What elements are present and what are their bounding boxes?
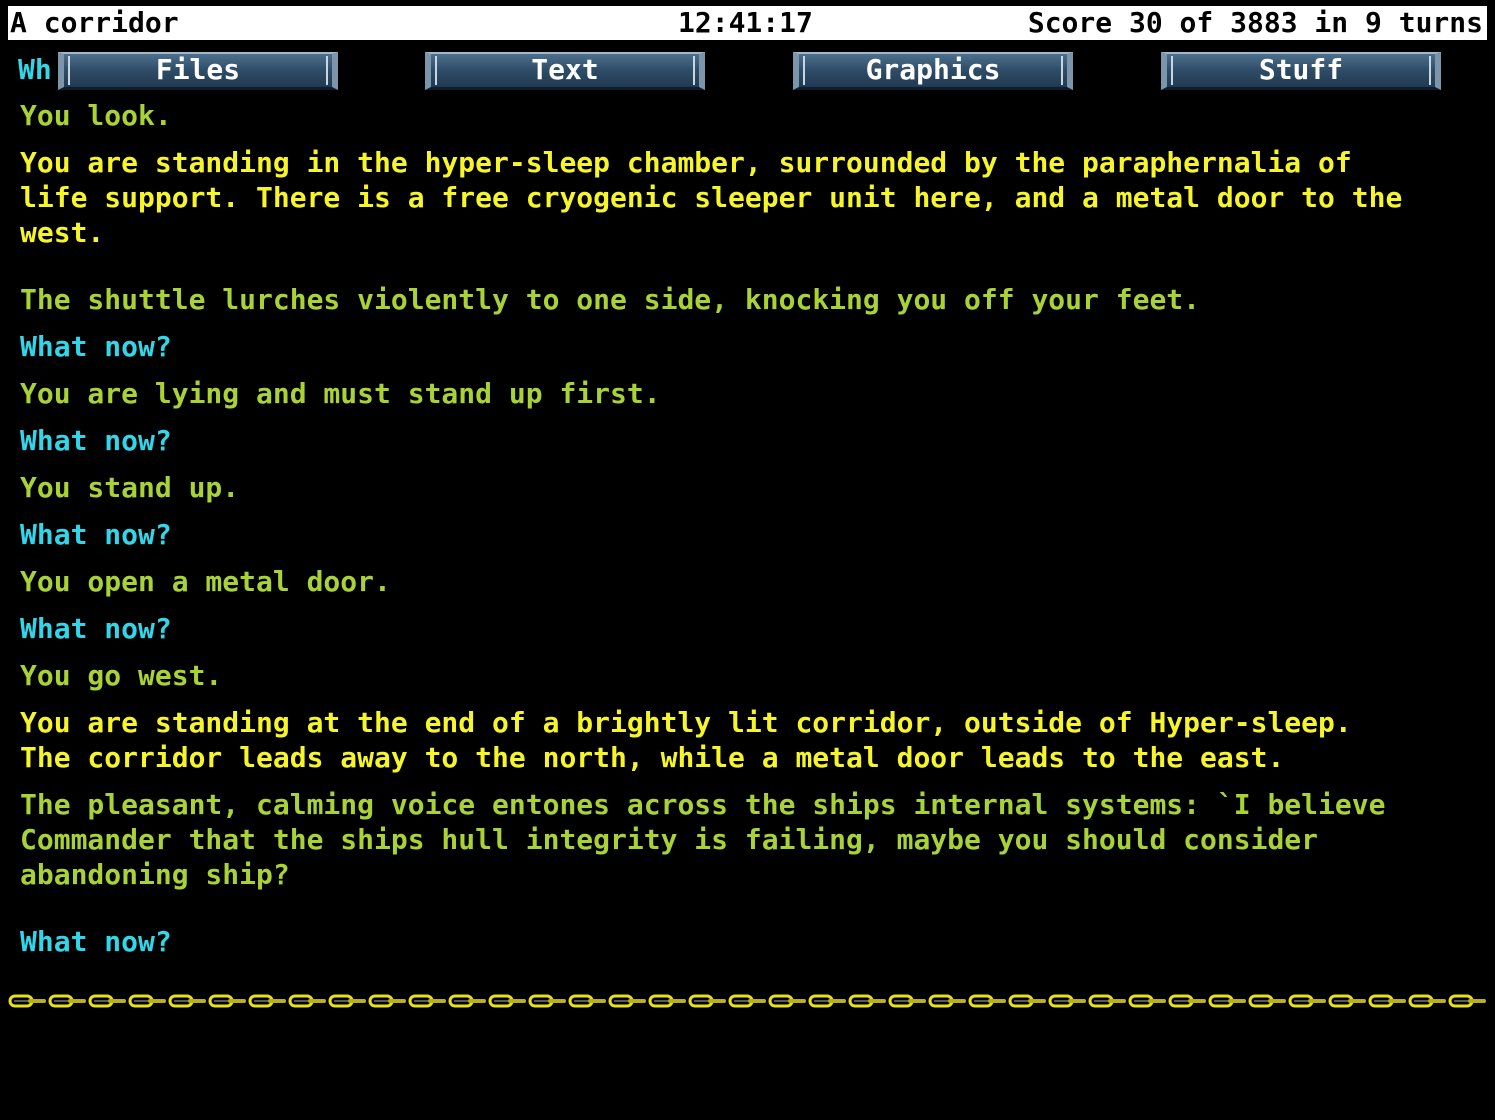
status-bar: A corridor 12:41:17 Score 30 of 3883 in … — [8, 6, 1487, 40]
room-description: You are standing in the hyper-sleep cham… — [20, 146, 1403, 249]
response-text: You look. — [20, 99, 172, 132]
game-clock: 12:41:17 — [678, 6, 813, 39]
stuff-menu-button[interactable]: Stuff — [1161, 52, 1441, 90]
response-text: You go west. — [20, 659, 223, 692]
response-text: You stand up. — [20, 471, 240, 504]
response-text: You open a metal door. — [20, 565, 391, 598]
location-name: A corridor — [10, 6, 179, 39]
score-display: Score 30 of 3883 in 9 turns — [1027, 6, 1483, 39]
command-prompt: What now? — [20, 424, 172, 457]
command-prompt: What now? — [20, 925, 172, 958]
command-prompt: What now? — [20, 518, 172, 551]
graphics-menu-button[interactable]: Graphics — [793, 52, 1073, 90]
chain-divider-icon — [8, 992, 1487, 1010]
command-input-area[interactable] — [8, 1014, 1487, 1120]
room-description: You are standing at the end of a brightl… — [20, 706, 1352, 774]
command-prompt: What now? — [20, 612, 172, 645]
command-prompt: What now? — [20, 330, 172, 363]
response-text: The pleasant, calming voice entones acro… — [20, 788, 1386, 891]
response-text: You are lying and must stand up first. — [20, 377, 661, 410]
files-menu-button[interactable]: Files — [58, 52, 338, 90]
game-screen: A corridor 12:41:17 Score 30 of 3883 in … — [8, 0, 1487, 1120]
menu-bar: Wh Files Text Graphics Stuff — [8, 48, 1487, 94]
partial-prompt-text: Wh — [18, 53, 52, 86]
text-menu-button[interactable]: Text — [425, 52, 705, 90]
game-transcript: You look. You are standing in the hyper-… — [20, 98, 1480, 959]
response-text: The shuttle lurches violently to one sid… — [20, 283, 1201, 316]
